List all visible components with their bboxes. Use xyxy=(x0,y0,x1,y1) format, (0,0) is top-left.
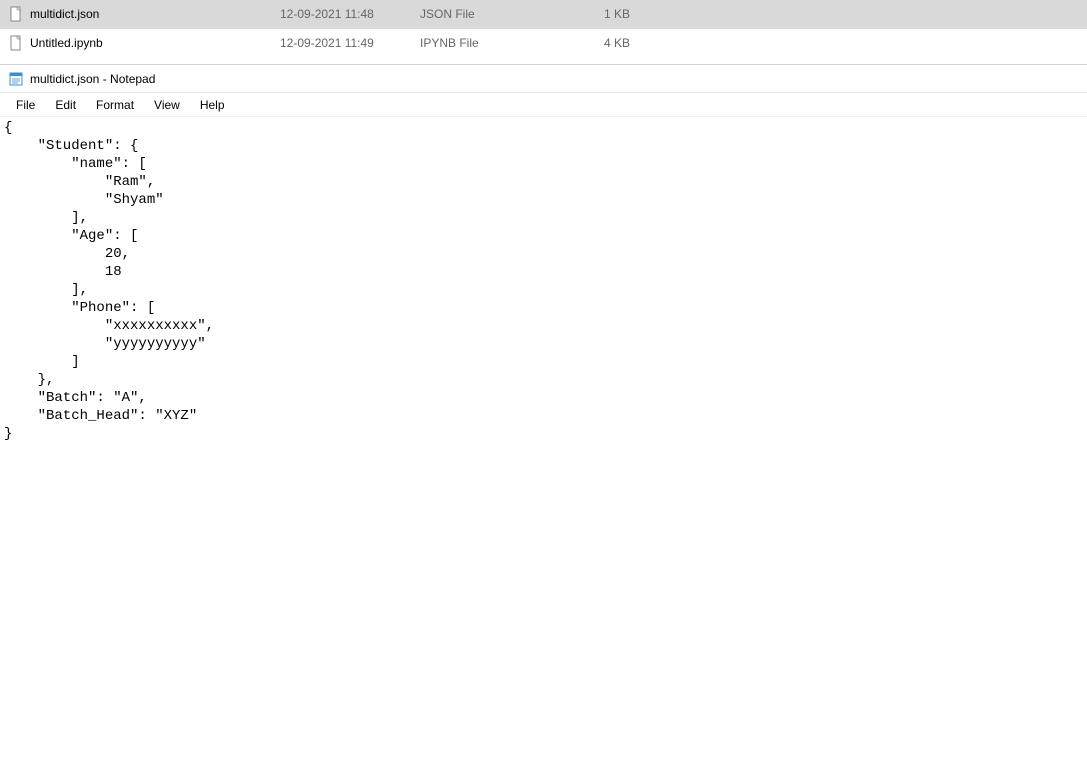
file-size: 4 KB xyxy=(580,36,630,50)
file-list: multidict.json 12-09-2021 11:48 JSON Fil… xyxy=(0,0,1087,58)
window-title: multidict.json - Notepad xyxy=(30,72,155,86)
file-date: 12-09-2021 11:48 xyxy=(280,7,420,21)
menu-view[interactable]: View xyxy=(146,96,188,114)
file-row[interactable]: multidict.json 12-09-2021 11:48 JSON Fil… xyxy=(0,0,1087,29)
menu-help[interactable]: Help xyxy=(192,96,233,114)
file-type: JSON File xyxy=(420,7,580,21)
file-size: 1 KB xyxy=(580,7,630,21)
file-icon xyxy=(8,35,24,51)
editor-content[interactable]: { "Student": { "name": [ "Ram", "Shyam" … xyxy=(0,117,1087,777)
menu-edit[interactable]: Edit xyxy=(47,96,84,114)
menubar: File Edit Format View Help xyxy=(0,93,1087,117)
menu-file[interactable]: File xyxy=(8,96,43,114)
file-name: Untitled.ipynb xyxy=(30,36,280,50)
file-type: IPYNB File xyxy=(420,36,580,50)
file-icon xyxy=(8,6,24,22)
notepad-window: multidict.json - Notepad File Edit Forma… xyxy=(0,64,1087,777)
notepad-icon xyxy=(8,71,24,87)
file-row[interactable]: Untitled.ipynb 12-09-2021 11:49 IPYNB Fi… xyxy=(0,29,1087,58)
menu-format[interactable]: Format xyxy=(88,96,142,114)
file-name: multidict.json xyxy=(30,7,280,21)
titlebar[interactable]: multidict.json - Notepad xyxy=(0,65,1087,93)
file-date: 12-09-2021 11:49 xyxy=(280,36,420,50)
